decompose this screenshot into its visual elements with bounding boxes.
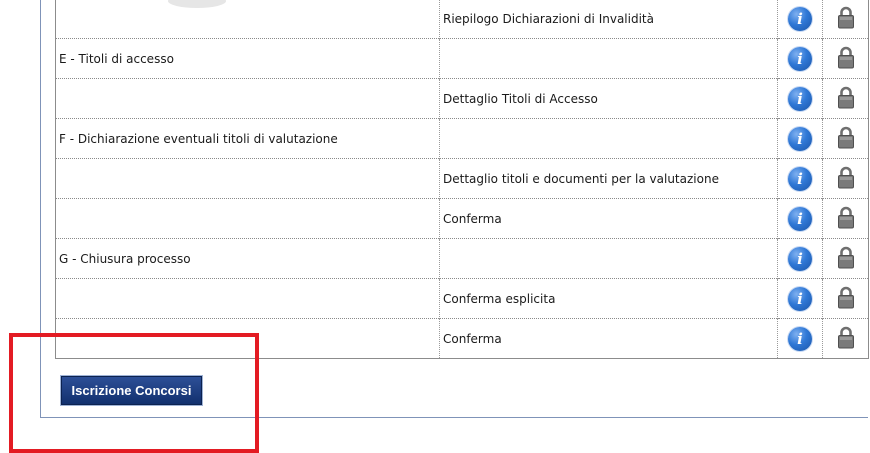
- lock-cell: [822, 238, 869, 279]
- lock-icon: [837, 5, 855, 32]
- info-cell: i: [777, 198, 823, 239]
- section-cell: [55, 0, 440, 39]
- lock-cell: [822, 0, 869, 39]
- info-cell: i: [777, 238, 823, 279]
- table-row: E - Titoli di accesso i: [55, 38, 869, 79]
- lock-icon: [837, 325, 855, 352]
- section-cell: F - Dichiarazione eventuali titoli di va…: [55, 118, 440, 159]
- info-icon[interactable]: i: [788, 166, 812, 191]
- info-icon[interactable]: i: [788, 46, 812, 71]
- lock-cell: [822, 118, 869, 159]
- info-cell: i: [777, 38, 823, 79]
- section-cell: [55, 198, 440, 239]
- lock-icon: [837, 85, 855, 112]
- info-cell: i: [777, 118, 823, 159]
- table-row: Dettaglio titoli e documenti per la valu…: [55, 158, 869, 199]
- lock-icon: [837, 205, 855, 232]
- step-cell: Conferma: [439, 198, 778, 239]
- section-cell: E - Titoli di accesso: [55, 38, 440, 79]
- section-cell: [55, 158, 440, 199]
- lock-icon: [837, 165, 855, 192]
- step-cell: Conferma esplicita: [439, 278, 778, 319]
- info-cell: i: [777, 278, 823, 319]
- steps-table: Riepilogo Dichiarazioni di Invalidità i E …: [55, 0, 869, 359]
- section-cell: [55, 78, 440, 119]
- info-icon[interactable]: i: [788, 206, 812, 231]
- table-row: Conferma esplicita i: [55, 278, 869, 319]
- table-row: Conferma i: [55, 198, 869, 239]
- table-row: G - Chiusura processo i: [55, 238, 869, 279]
- lock-cell: [822, 38, 869, 79]
- table-row: F - Dichiarazione eventuali titoli di va…: [55, 118, 869, 159]
- step-cell: Conferma: [439, 318, 778, 359]
- info-icon[interactable]: i: [788, 246, 812, 271]
- step-cell: [439, 118, 778, 159]
- step-cell: Dettaglio titoli e documenti per la valu…: [439, 158, 778, 199]
- step-cell: [439, 38, 778, 79]
- info-icon[interactable]: i: [788, 286, 812, 311]
- lock-icon: [837, 285, 855, 312]
- lock-cell: [822, 78, 869, 119]
- info-icon[interactable]: i: [788, 86, 812, 111]
- lock-icon: [837, 125, 855, 152]
- section-cell: G - Chiusura processo: [55, 238, 440, 279]
- section-cell: [55, 278, 440, 319]
- lock-icon: [837, 245, 855, 272]
- red-highlight-box: [9, 333, 259, 453]
- lock-cell: [822, 318, 869, 359]
- lock-cell: [822, 158, 869, 199]
- table-row: Riepilogo Dichiarazioni di Invalidità i: [55, 0, 869, 39]
- info-cell: i: [777, 318, 823, 359]
- step-cell: Dettaglio Titoli di Accesso: [439, 78, 778, 119]
- info-icon[interactable]: i: [788, 126, 812, 151]
- info-cell: i: [777, 0, 823, 39]
- info-icon[interactable]: i: [788, 326, 812, 351]
- lock-cell: [822, 278, 869, 319]
- lock-icon: [837, 45, 855, 72]
- step-cell: Riepilogo Dichiarazioni di Invalidità: [439, 0, 778, 39]
- table-row: Dettaglio Titoli di Accesso i: [55, 78, 869, 119]
- lock-cell: [822, 198, 869, 239]
- step-cell: [439, 238, 778, 279]
- info-cell: i: [777, 158, 823, 199]
- info-cell: i: [777, 78, 823, 119]
- info-icon[interactable]: i: [788, 6, 812, 31]
